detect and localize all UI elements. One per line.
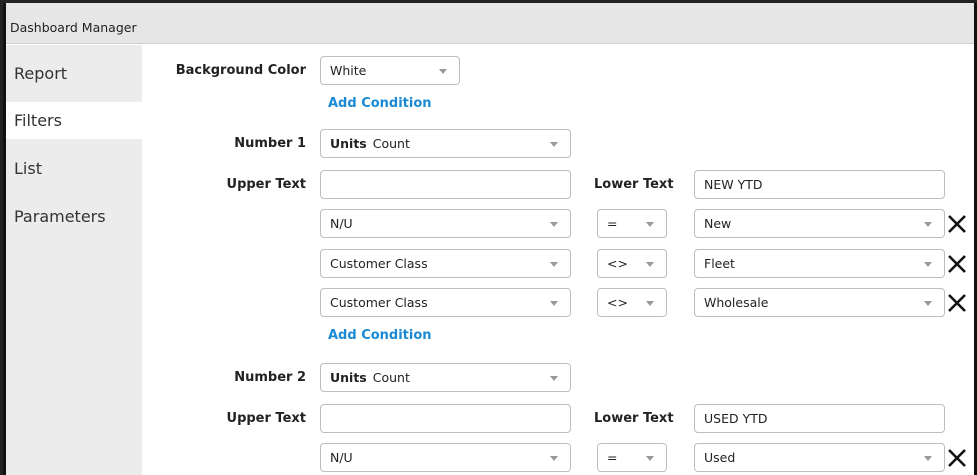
condition-operator-select[interactable]: <>	[597, 288, 667, 317]
condition-value-select[interactable]: New	[694, 209, 945, 238]
chevron-down-icon	[646, 222, 654, 227]
chevron-down-icon	[550, 456, 558, 461]
chevron-down-icon	[924, 301, 932, 306]
lower-text-label: Lower Text	[594, 177, 674, 192]
chevron-down-icon	[924, 262, 932, 267]
condition-operator-value: <>	[607, 256, 628, 271]
close-icon[interactable]	[946, 253, 968, 275]
upper-text-label: Upper Text	[226, 177, 306, 192]
titlebar-top	[6, 3, 974, 11]
units-value: Count	[372, 136, 410, 151]
chevron-down-icon	[924, 456, 932, 461]
number-2-lower-text-input[interactable]: USED YTD	[694, 404, 945, 433]
sidebar: Report Filters List Parameters	[6, 45, 142, 475]
sidebar-item-list[interactable]: List	[6, 150, 142, 187]
chevron-down-icon	[550, 262, 558, 267]
dashboard-manager-window: Dashboard Manager Report Filters List Pa…	[3, 3, 977, 475]
condition-field-value: N/U	[330, 450, 353, 465]
close-icon[interactable]	[946, 447, 968, 469]
condition-operator-select[interactable]: =	[597, 209, 667, 238]
background-color-label: Background Color	[175, 63, 306, 78]
condition-value-value: New	[704, 216, 732, 231]
chevron-down-icon	[550, 142, 558, 147]
condition-value-select[interactable]: Used	[694, 443, 945, 472]
chevron-down-icon	[646, 301, 654, 306]
lower-text-label: Lower Text	[594, 411, 674, 426]
close-icon[interactable]	[946, 213, 968, 235]
add-condition-link[interactable]: Add Condition	[328, 96, 432, 111]
condition-value-select[interactable]: Fleet	[694, 249, 945, 278]
number-1-units-select[interactable]: Units Count	[320, 129, 571, 158]
number-1-upper-text-input[interactable]	[320, 170, 571, 199]
close-icon[interactable]	[946, 292, 968, 314]
condition-field-select[interactable]: Customer Class	[320, 249, 571, 278]
condition-operator-select[interactable]: =	[597, 443, 667, 472]
background-color-select[interactable]: White	[320, 56, 460, 85]
units-label: Units	[330, 136, 367, 151]
chevron-down-icon	[550, 222, 558, 227]
units-label: Units	[330, 370, 367, 385]
condition-operator-value: =	[607, 216, 618, 231]
condition-field-select[interactable]: N/U	[320, 209, 571, 238]
sidebar-item-report[interactable]: Report	[6, 55, 142, 92]
condition-field-select[interactable]: N/U	[320, 443, 571, 472]
chevron-down-icon	[439, 69, 447, 74]
number-1-lower-text-input[interactable]: NEW YTD	[694, 170, 945, 199]
condition-operator-select[interactable]: <>	[597, 249, 667, 278]
chevron-down-icon	[646, 262, 654, 267]
number-2-label: Number 2	[234, 370, 306, 385]
number-1-label: Number 1	[234, 136, 306, 151]
condition-operator-value: <>	[607, 295, 628, 310]
sidebar-item-parameters[interactable]: Parameters	[6, 198, 142, 235]
condition-field-select[interactable]: Customer Class	[320, 288, 571, 317]
condition-operator-value: =	[607, 450, 618, 465]
chevron-down-icon	[550, 301, 558, 306]
condition-value-value: Fleet	[704, 256, 735, 271]
condition-field-value: N/U	[330, 216, 353, 231]
condition-value-value: Wholesale	[704, 295, 769, 310]
chevron-down-icon	[550, 376, 558, 381]
chevron-down-icon	[924, 222, 932, 227]
condition-value-value: Used	[704, 450, 736, 465]
window-title: Dashboard Manager	[6, 11, 974, 44]
background-color-value: White	[330, 63, 367, 78]
sidebar-item-filters[interactable]: Filters	[6, 102, 142, 139]
chevron-down-icon	[646, 456, 654, 461]
condition-field-value: Customer Class	[330, 256, 428, 271]
condition-field-value: Customer Class	[330, 295, 428, 310]
units-value: Count	[372, 370, 410, 385]
number-2-upper-text-input[interactable]	[320, 404, 571, 433]
number-2-units-select[interactable]: Units Count	[320, 363, 571, 392]
add-condition-link[interactable]: Add Condition	[328, 328, 432, 343]
condition-value-select[interactable]: Wholesale	[694, 288, 945, 317]
upper-text-label: Upper Text	[226, 411, 306, 426]
